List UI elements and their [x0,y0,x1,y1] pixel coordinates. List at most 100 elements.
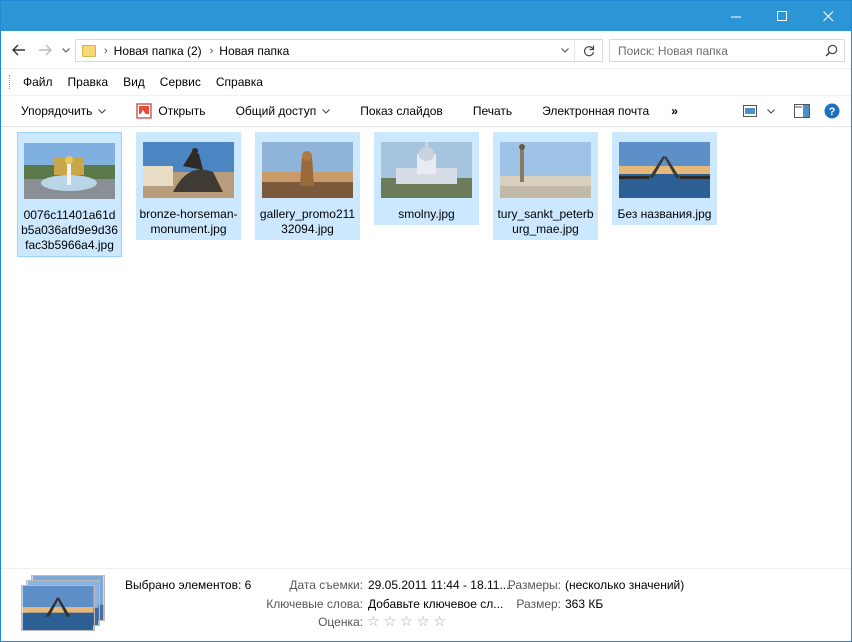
file-tile[interactable]: smolny.jpg [374,132,479,225]
file-name: smolny.jpg [398,207,455,221]
star-icon[interactable]: ☆ [367,614,380,628]
file-list: 0076c11401a61db5a036afd9e9d36fac3b5966a4… [1,129,851,567]
open-button[interactable]: Открыть [136,96,206,126]
file-tile[interactable]: 0076c11401a61db5a036afd9e9d36fac3b5966a4… [17,132,122,257]
size-value: 363 КБ [565,597,604,611]
file-name: gallery_promo21132094.jpg [259,207,356,236]
image-thumbnail [143,142,234,198]
chevron-right-icon: › [209,44,214,57]
navigation-bar: › Новая папка (2) › Новая папка [1,31,851,69]
email-button[interactable]: Электронная почта [542,96,649,126]
address-bar[interactable]: › Новая папка (2) › Новая папка [75,39,603,62]
refresh-button[interactable] [576,40,602,61]
image-thumbnail [24,143,115,199]
command-bar: Упорядочить Открыть Общий доступ Показ с… [1,95,851,127]
view-controls: ? [737,96,851,126]
print-label: Печать [472,104,513,118]
search-icon[interactable] [825,44,838,60]
star-icon[interactable]: ☆ [433,614,446,628]
share-label: Общий доступ [235,104,317,118]
preview-pane-button[interactable] [789,96,815,126]
file-name: bronze-horseman-monument.jpg [139,207,238,236]
close-icon [822,10,833,21]
menu-edit[interactable]: Правка [68,75,109,89]
change-view-button[interactable] [737,96,763,126]
more-commands-button[interactable]: » [671,96,678,126]
image-thumbnail [500,142,591,198]
menu-tools[interactable]: Сервис [160,75,201,89]
maximize-icon [776,10,787,21]
dimensions-value: (несколько значений) [565,578,685,592]
tags-input[interactable]: Добавьте ключевое сл... [368,597,503,611]
slideshow-button[interactable]: Показ слайдов [360,96,443,126]
image-thumbnail [381,142,472,198]
more-label: » [671,104,678,118]
maximize-button[interactable] [759,1,805,31]
svg-text:?: ? [829,106,836,118]
open-image-icon [136,103,153,119]
tags-label: Ключевые слова: [266,597,363,611]
menu-grip [9,75,11,89]
star-icon[interactable]: ☆ [384,614,397,628]
help-button[interactable]: ? [819,96,845,126]
help-icon: ? [824,103,840,119]
view-options-button[interactable] [763,96,779,126]
slideshow-label: Показ слайдов [360,104,443,118]
chevron-down-icon [767,108,775,114]
title-bar [1,1,851,31]
print-button[interactable]: Печать [473,96,512,126]
minimize-button[interactable] [713,1,759,31]
chevron-down-icon [62,47,70,53]
chevron-down-icon [322,108,331,114]
details-pane: Выбрано элементов: 6 Дата съемки: 29.05.… [1,568,851,641]
open-label: Открыть [158,104,206,118]
menu-bar: Файл Правка Вид Сервис Справка [1,69,851,95]
breadcrumb-item[interactable]: Новая папка [219,44,289,58]
arrow-left-icon [12,44,25,56]
address-history-button[interactable] [555,40,575,61]
recent-locations-button[interactable] [59,40,73,60]
menu-view[interactable]: Вид [123,75,145,89]
file-tile[interactable]: Без названия.jpg [612,132,717,225]
menu-file[interactable]: Файл [23,75,53,89]
explorer-window: › Новая папка (2) › Новая папка Файл Пра… [0,0,852,642]
size-label: Размер: [516,597,561,611]
chevron-down-icon [560,48,569,53]
breadcrumb-item[interactable]: Новая папка (2) [114,44,202,58]
star-icon[interactable]: ☆ [400,614,413,628]
refresh-icon [583,45,595,56]
image-thumbnail [262,142,353,198]
preview-pane-icon [794,104,810,118]
selection-thumbnail-stack [21,575,107,635]
folder-icon [82,44,96,57]
dimensions-label: Размеры: [507,578,561,592]
file-name: tury_sankt_peterburg_mae.jpg [497,207,594,236]
image-thumbnail [619,142,710,198]
search-box [609,39,845,62]
file-name: 0076c11401a61db5a036afd9e9d36fac3b5966a4… [21,208,118,252]
email-label: Электронная почта [542,104,650,118]
back-button[interactable] [9,40,29,60]
stack-image [21,585,95,631]
chevron-right-icon: › [104,44,108,57]
rating-label: Оценка: [318,615,363,629]
star-icon[interactable]: ☆ [417,614,430,628]
file-tile[interactable]: tury_sankt_peterburg_mae.jpg [493,132,598,240]
date-taken-label: Дата съемки: [289,578,363,592]
selected-count: Выбрано элементов: 6 [125,578,252,592]
search-input[interactable] [610,43,815,58]
organize-label: Упорядочить [21,104,93,118]
rating-stars[interactable]: ☆ ☆ ☆ ☆ ☆ [367,614,446,628]
file-tile[interactable]: gallery_promo21132094.jpg [255,132,360,240]
date-taken-value[interactable]: 29.05.2011 11:44 - 18.11.... [368,578,513,592]
share-button[interactable]: Общий доступ [236,96,331,126]
file-tile[interactable]: bronze-horseman-monument.jpg [136,132,241,240]
minimize-icon [730,16,741,17]
close-button[interactable] [805,1,851,31]
menu-help[interactable]: Справка [216,75,263,89]
arrow-right-icon [39,44,52,56]
organize-button[interactable]: Упорядочить [21,96,107,126]
forward-button[interactable] [35,40,55,60]
file-name: Без названия.jpg [617,207,712,221]
chevron-down-icon [98,108,107,114]
